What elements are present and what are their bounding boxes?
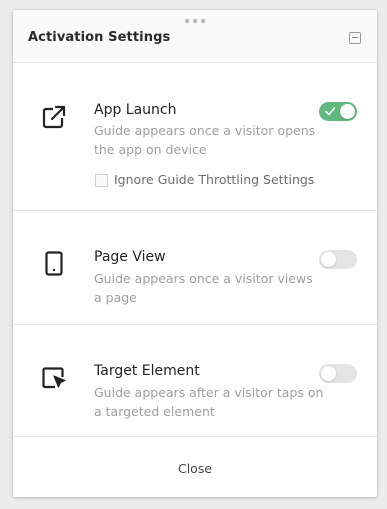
option-description: Guide appears after a visitor taps on a …	[94, 385, 324, 419]
option-app-launch: App Launch Guide appears once a visitor …	[13, 63, 377, 211]
option-description: Guide appears once a visitor opens the a…	[94, 123, 316, 157]
panel-header: Activation Settings	[13, 10, 377, 63]
external-link-icon	[42, 105, 66, 129]
drag-handle-icon[interactable]	[185, 19, 205, 25]
minimize-icon[interactable]	[349, 32, 361, 44]
app-launch-toggle[interactable]	[319, 102, 357, 121]
mobile-device-icon	[45, 251, 63, 276]
toggle-knob	[321, 366, 336, 381]
target-cursor-icon	[42, 367, 66, 389]
toggle-knob	[321, 252, 336, 267]
panel-footer: Close	[13, 437, 377, 497]
option-title: Target Element	[94, 363, 200, 379]
option-title: App Launch	[94, 102, 177, 118]
close-button[interactable]: Close	[145, 457, 245, 481]
check-icon	[325, 107, 335, 116]
option-page-view: Page View Guide appears once a visitor v…	[13, 211, 377, 325]
panel-title: Activation Settings	[28, 30, 171, 45]
option-description: Guide appears once a visitor views a pag…	[94, 271, 313, 305]
option-title: Page View	[94, 249, 166, 265]
target-element-toggle[interactable]	[319, 364, 357, 383]
activation-settings-panel: Activation Settings App Launch Guide app…	[13, 10, 377, 497]
ignore-throttling-checkbox[interactable]	[95, 174, 108, 187]
ignore-throttling-label[interactable]: Ignore Guide Throttling Settings	[114, 172, 314, 187]
toggle-knob	[340, 104, 355, 119]
option-target-element: Target Element Guide appears after a vis…	[13, 325, 377, 437]
page-view-toggle[interactable]	[319, 250, 357, 269]
